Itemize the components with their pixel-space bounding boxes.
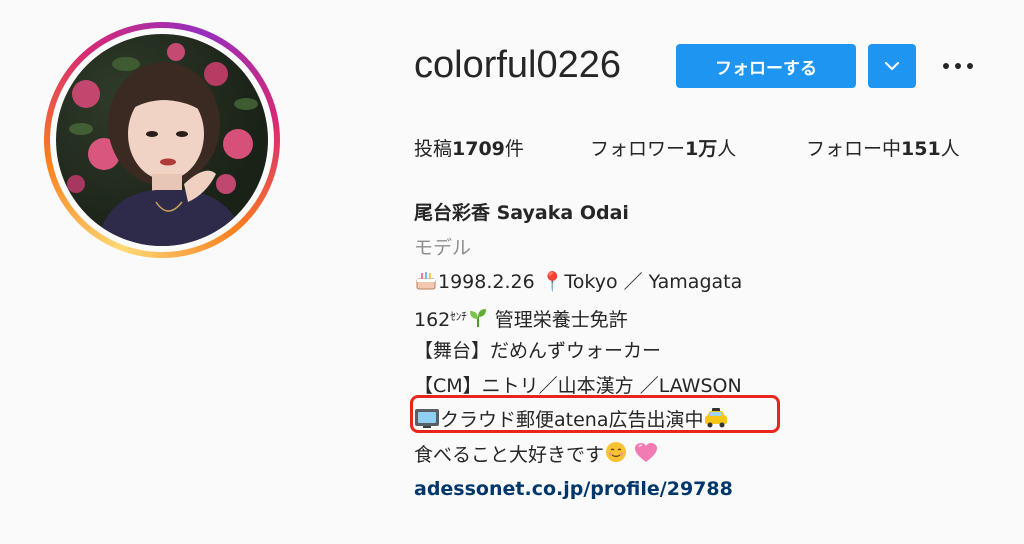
height-unit: ｾﾝﾁ [450,309,467,323]
more-dots-icon [943,63,973,69]
avatar-gap [50,28,274,252]
avatar-photo [67,43,258,246]
posts-value: 1709 [452,138,505,160]
bio-line-birthday-text: 1998.2.26 📍Tokyo ／ Yamagata [438,271,743,293]
profile-website-link[interactable]: adessonet.co.jp/profile/29788 [414,472,742,507]
full-name: 尾台彩香 Sayaka Odai [414,202,629,224]
bio-line-height: 162ｾﾝﾁ 管理栄養士免許 [414,300,742,335]
category-label: モデル [414,236,472,259]
chevron-down-icon [885,62,899,70]
bio-line-birthday: 1998.2.26 📍Tokyo ／ Yamagata [414,265,742,300]
food-text: 食べること大好きです [414,443,605,466]
following-unit: 人 [940,138,960,160]
followers-unit: 人 [717,138,737,160]
avatar[interactable] [56,34,268,246]
followers-value: 1万 [685,138,718,160]
following-value: 151 [901,138,941,160]
bio-line-food: 食べること大好きです [414,438,742,473]
posts-unit: 件 [504,138,524,160]
pink-heart-icon [634,441,658,476]
more-options-button[interactable] [938,50,978,82]
following-count[interactable]: フォロー中151人 [806,134,960,161]
annotation-highlight-box [410,395,780,433]
followers-count[interactable]: フォロワー1万人 [590,134,736,161]
bio-line-stage: 【舞台】だめんずウォーカー [414,340,662,362]
posts-count: 投稿1709件 [414,134,524,161]
profile-username: colorful0226 [414,44,622,86]
avatar-ring[interactable] [44,22,280,258]
suggested-accounts-button[interactable] [868,44,916,88]
height-value: 162 [414,308,451,331]
smiling-face-icon [604,440,628,476]
posts-label: 投稿 [414,138,453,160]
profile-bio: 尾台彩香 Sayaka Odai モデル 1998.2.26 📍Tokyo ／ … [414,196,742,507]
cake-icon [414,268,438,303]
follow-button[interactable]: フォローする [676,44,856,88]
followers-label: フォロワー [590,138,686,160]
license-text: 管理栄養士免許 [488,308,628,331]
following-label: フォロー中 [806,138,902,160]
